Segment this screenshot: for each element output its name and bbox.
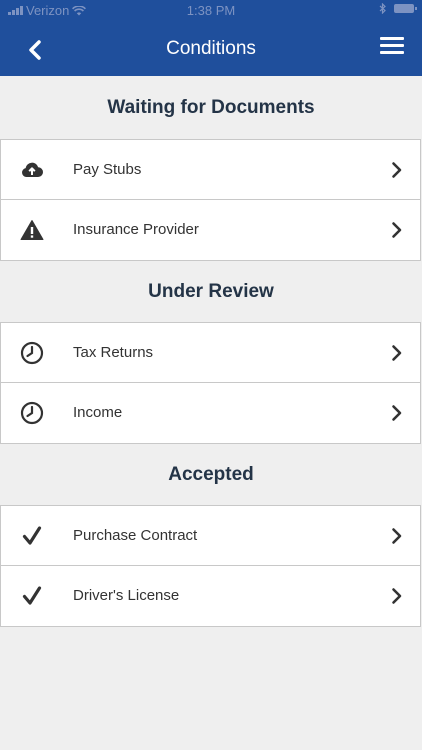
clock-icon bbox=[20, 401, 44, 425]
hamburger-menu-icon bbox=[380, 37, 404, 54]
list-item-purchase-contract[interactable]: Purchase Contract bbox=[1, 506, 420, 566]
chevron-right-icon bbox=[392, 405, 402, 421]
status-bar: Verizon 1:38 PM bbox=[0, 0, 422, 21]
accepted-list: Purchase Contract Driver's License bbox=[0, 505, 421, 627]
page-title: Conditions bbox=[166, 38, 256, 59]
list-item-label: Income bbox=[73, 404, 123, 421]
chevron-right-icon bbox=[392, 528, 402, 544]
checkmark-icon bbox=[22, 586, 42, 605]
section-title-waiting-for-documents: Waiting for Documents bbox=[107, 97, 315, 118]
waiting-for-documents-list: Pay Stubs Insurance Provider bbox=[0, 139, 421, 261]
navigation-bar: Conditions bbox=[0, 21, 422, 76]
list-item-label: Driver's License bbox=[73, 587, 180, 604]
list-item-insurance-provider[interactable]: Insurance Provider bbox=[1, 200, 420, 260]
list-item-label: Tax Returns bbox=[73, 344, 154, 361]
list-item-label: Insurance Provider bbox=[73, 221, 199, 238]
list-item-income[interactable]: Income bbox=[1, 383, 420, 443]
clock-icon bbox=[20, 341, 44, 365]
under-review-list: Tax Returns Income bbox=[0, 322, 421, 444]
status-time: 1:38 PM bbox=[186, 3, 236, 18]
chevron-right-icon bbox=[392, 222, 402, 238]
chevron-right-icon bbox=[392, 345, 402, 361]
chevron-right-icon bbox=[392, 588, 402, 604]
list-item-label: Purchase Contract bbox=[73, 527, 198, 544]
list-item-tax-returns[interactable]: Tax Returns bbox=[1, 323, 420, 383]
cloud-upload-icon bbox=[22, 162, 44, 178]
list-item-pay-stubs[interactable]: Pay Stubs bbox=[1, 140, 420, 200]
checkmark-icon bbox=[22, 526, 42, 545]
chevron-right-icon bbox=[392, 162, 402, 178]
section-title-under-review: Under Review bbox=[148, 281, 274, 302]
warning-icon bbox=[20, 220, 44, 240]
list-item-drivers-license[interactable]: Driver's License bbox=[1, 566, 420, 626]
battery-icon bbox=[394, 4, 417, 13]
list-item-label: Pay Stubs bbox=[73, 161, 142, 178]
menu-button[interactable] bbox=[380, 37, 404, 59]
bluetooth-icon bbox=[379, 3, 386, 14]
section-title-accepted: Accepted bbox=[168, 464, 254, 485]
